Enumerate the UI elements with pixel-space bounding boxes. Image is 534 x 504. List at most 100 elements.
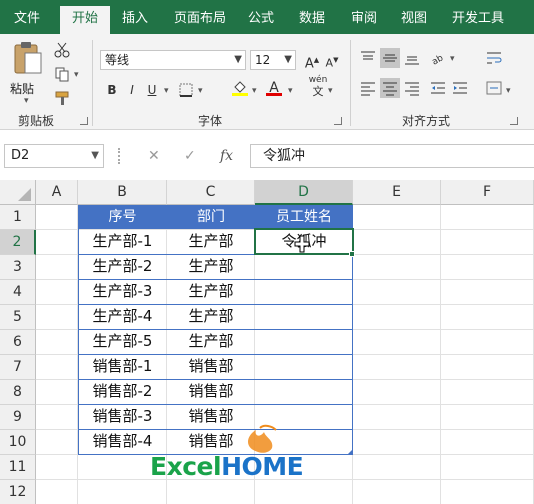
chevron-down-icon: ▼ [234, 54, 242, 65]
orientation-icon: ab [430, 53, 445, 67]
table-cell[interactable]: 生产部 [167, 304, 255, 329]
font-color-button[interactable]: A [264, 78, 284, 98]
tab-formulas[interactable]: 公式 [240, 6, 282, 34]
column-header-e[interactable]: E [353, 180, 441, 205]
table-cell[interactable]: 生产部-4 [78, 304, 167, 329]
table-cell[interactable]: 生产部 [167, 279, 255, 304]
table-cell[interactable]: 生产部-5 [78, 329, 167, 354]
font-name-combo[interactable]: 等线 ▼ [100, 50, 246, 70]
decrease-indent-button[interactable] [428, 78, 448, 98]
chevron-down-icon: ▼ [91, 150, 99, 161]
align-left-button[interactable] [358, 78, 378, 98]
align-bottom-icon [405, 56, 419, 65]
excelhome-logo-text: ExcelHOME [150, 452, 304, 482]
table-cell[interactable]: 生产部 [167, 254, 255, 279]
font-size-value: 12 [255, 53, 271, 67]
table-cell[interactable]: 生产部-3 [78, 279, 167, 304]
increase-font-button[interactable]: A▲ [302, 50, 322, 71]
merge-center-button[interactable] [484, 78, 504, 98]
align-top-button[interactable] [358, 48, 378, 68]
fill-color-button[interactable] [230, 78, 250, 98]
align-middle-button[interactable] [380, 48, 400, 68]
tab-developer[interactable]: 开发工具 [444, 6, 512, 34]
divider [350, 40, 351, 126]
row-header-12[interactable]: 12 [0, 480, 36, 504]
increase-indent-button[interactable] [450, 78, 470, 98]
orientation-dropdown-icon[interactable]: ▾ [450, 54, 455, 64]
row-header-2[interactable]: 2 [0, 230, 36, 255]
formula-input[interactable]: 令狐冲 [250, 144, 534, 168]
table-header-cell[interactable]: 序号 [78, 205, 167, 229]
row-header-8[interactable]: 8 [0, 380, 36, 405]
row-header-4[interactable]: 4 [0, 280, 36, 305]
column-header-b[interactable]: B [78, 180, 167, 205]
fill-color-dropdown-icon[interactable]: ▾ [252, 86, 257, 96]
table-cell[interactable]: 销售部-2 [78, 379, 167, 404]
row-header-9[interactable]: 9 [0, 405, 36, 430]
copy-button[interactable] [52, 64, 72, 84]
decrease-font-button[interactable]: A▼ [322, 50, 342, 70]
format-painter-button[interactable] [52, 88, 72, 108]
copy-dropdown-icon[interactable]: ▾ [74, 70, 79, 80]
tab-home[interactable]: 开始 [60, 6, 110, 34]
select-all-corner[interactable] [0, 180, 36, 205]
tab-review[interactable]: 审阅 [342, 6, 386, 34]
font-color-dropdown-icon[interactable]: ▾ [288, 86, 293, 96]
underline-dropdown-icon[interactable]: ▾ [164, 86, 169, 96]
bold-button[interactable]: B [102, 80, 122, 100]
tab-view[interactable]: 视图 [392, 6, 436, 34]
table-cell[interactable]: 生产部-2 [78, 254, 167, 279]
table-cell[interactable]: 销售部-1 [78, 354, 167, 379]
row-header-5[interactable]: 5 [0, 305, 36, 330]
table-header-cell[interactable]: 员工姓名 [255, 205, 353, 229]
tab-file[interactable]: 文件 [4, 6, 50, 34]
underline-button[interactable]: U [142, 80, 162, 100]
font-launcher-icon[interactable] [334, 117, 342, 125]
cut-button[interactable] [52, 40, 72, 60]
align-bottom-button[interactable] [402, 48, 422, 68]
paste-button[interactable]: 粘贴 ▾ [8, 40, 48, 106]
table-cell[interactable]: 生产部-1 [78, 229, 167, 254]
row-header-11[interactable]: 11 [0, 455, 36, 480]
column-header-f[interactable]: F [441, 180, 534, 205]
row-header-6[interactable]: 6 [0, 330, 36, 355]
tab-page-layout[interactable]: 页面布局 [164, 6, 236, 34]
enter-icon[interactable]: ✓ [184, 144, 196, 168]
column-header-d[interactable]: D [255, 180, 353, 205]
merge-cells-icon [486, 81, 502, 95]
divider [92, 40, 93, 126]
orientation-button[interactable]: ab [428, 48, 448, 68]
italic-button[interactable]: I [122, 80, 142, 100]
row-header-3[interactable]: 3 [0, 255, 36, 280]
table-cell[interactable]: 生产部 [167, 329, 255, 354]
table-header-cell[interactable]: 部门 [167, 205, 255, 229]
row-header-10[interactable]: 10 [0, 430, 36, 455]
name-box[interactable]: D2 ▼ [4, 144, 104, 168]
cancel-icon[interactable]: ✕ [148, 144, 160, 168]
borders-dropdown-icon[interactable]: ▾ [198, 86, 203, 96]
table-cell[interactable]: 销售部 [167, 379, 255, 404]
clipboard-launcher-icon[interactable] [80, 117, 88, 125]
column-header-a[interactable]: A [36, 180, 78, 205]
align-center-button[interactable] [380, 78, 400, 98]
wrap-text-button[interactable] [484, 48, 504, 68]
phonetic-button[interactable]: wén 文 [306, 74, 330, 98]
merge-dropdown-icon[interactable]: ▾ [506, 86, 511, 96]
borders-button[interactable] [176, 80, 196, 100]
insert-function-icon[interactable]: fx [220, 144, 233, 168]
tab-insert[interactable]: 插入 [112, 6, 158, 34]
row-header-7[interactable]: 7 [0, 355, 36, 380]
alignment-launcher-icon[interactable] [510, 117, 518, 125]
phonetic-dropdown-icon[interactable]: ▾ [328, 86, 333, 96]
column-header-c[interactable]: C [167, 180, 255, 205]
table-cell[interactable]: 销售部 [167, 354, 255, 379]
align-right-button[interactable] [402, 78, 422, 98]
table-cell[interactable]: 生产部 [167, 229, 255, 254]
row-header-1[interactable]: 1 [0, 205, 36, 230]
font-size-combo[interactable]: 12 ▼ [250, 50, 296, 70]
font-name-value: 等线 [105, 53, 130, 67]
tab-data[interactable]: 数据 [290, 6, 334, 34]
table-resize-handle-icon[interactable] [347, 449, 353, 455]
scissors-icon [54, 42, 70, 58]
fill-handle[interactable] [349, 251, 355, 257]
